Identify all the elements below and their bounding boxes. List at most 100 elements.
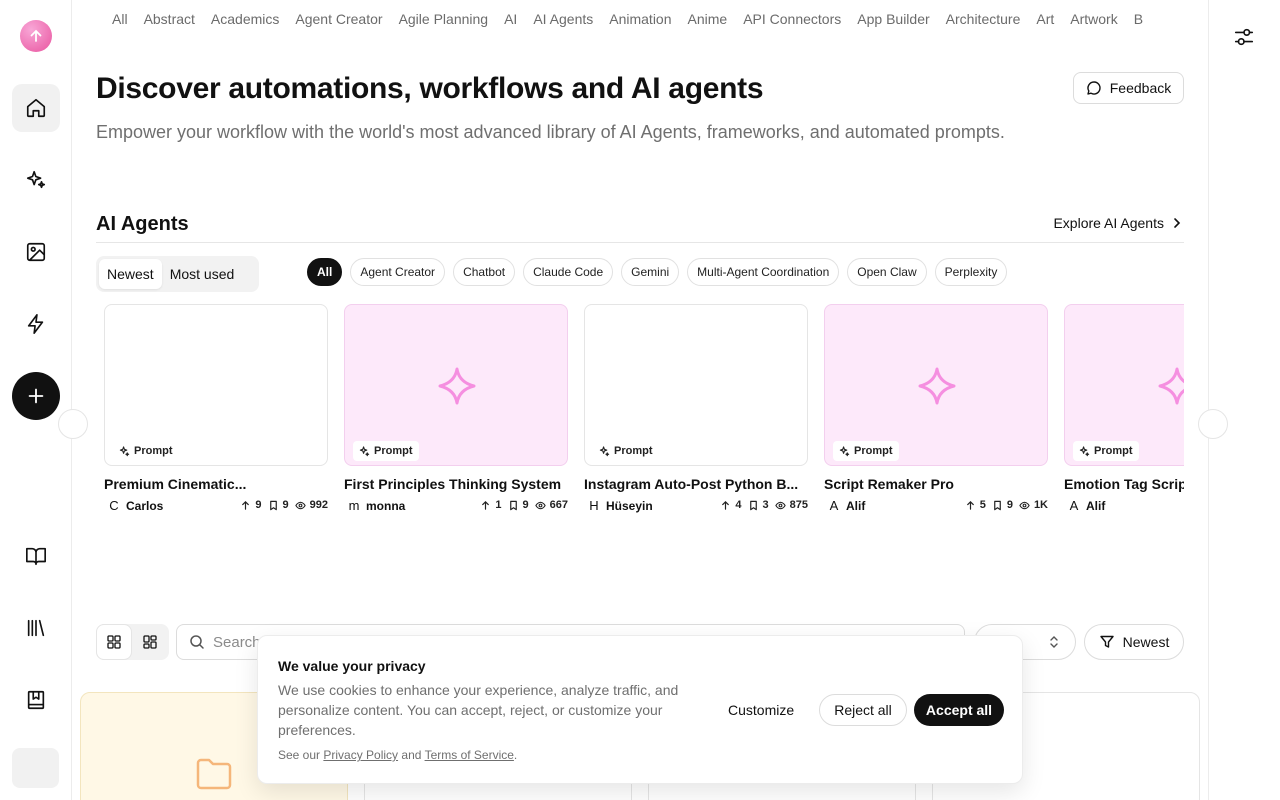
category-link[interactable]: AI Agents — [533, 11, 593, 27]
category-link[interactable]: Agile Planning — [399, 11, 489, 27]
feedback-label: Feedback — [1109, 80, 1172, 96]
category-link[interactable]: Academics — [211, 11, 279, 27]
chip-chatbot[interactable]: Chatbot — [453, 258, 516, 286]
filter-chips: All Agent Creator Chatbot Claude Code Ge… — [307, 258, 1008, 286]
category-link[interactable]: API Connectors — [743, 11, 841, 27]
category-link[interactable]: Architecture — [946, 11, 1021, 27]
card-author[interactable]: A Alif — [1068, 498, 1106, 513]
feedback-button[interactable]: Feedback — [1073, 72, 1184, 104]
chevron-updown-icon — [1050, 636, 1058, 648]
book-open-icon[interactable] — [12, 532, 60, 580]
footer-prefix: See our — [278, 748, 321, 762]
prompt-tag: Prompt — [113, 441, 179, 461]
category-link[interactable]: AI — [504, 11, 517, 27]
sort-button[interactable]: Newest — [1084, 624, 1184, 660]
card-meta: C Carlos 9 9 992 — [104, 498, 328, 514]
left-sidebar — [0, 0, 72, 800]
chip-agent-creator[interactable]: Agent Creator — [350, 258, 446, 286]
sparkle-icon — [359, 445, 370, 456]
right-rail — [1208, 0, 1280, 800]
create-plus-button[interactable] — [12, 372, 60, 420]
category-link[interactable]: Abstract — [144, 11, 195, 27]
card-thumbnail: Prompt — [1064, 304, 1184, 466]
category-link[interactable]: Art — [1036, 11, 1054, 27]
author-avatar: A — [1069, 498, 1079, 513]
agent-card[interactable]: Prompt First Principles Thinking System … — [344, 304, 568, 514]
category-link[interactable]: Animation — [609, 11, 671, 27]
card-author[interactable]: C Carlos — [108, 498, 163, 513]
library-icon[interactable] — [12, 604, 60, 652]
home-icon[interactable] — [12, 84, 60, 132]
chip-gemini[interactable]: Gemini — [621, 258, 680, 286]
card-author[interactable]: m monna — [348, 498, 406, 513]
chip-multi-agent-coordination[interactable]: Multi-Agent Coordination — [687, 258, 840, 286]
sliders-icon[interactable] — [1233, 26, 1255, 48]
filter-icon — [1099, 635, 1114, 648]
card-author[interactable]: H Hüseyin — [588, 498, 653, 513]
lightning-icon[interactable] — [12, 300, 60, 348]
cookie-consent-banner: We value your privacy We use cookies to … — [257, 635, 1023, 784]
cookie-footer: See our Privacy Policy and Terms of Serv… — [278, 748, 517, 762]
category-link[interactable]: Anime — [688, 11, 728, 27]
cookie-title: We value your privacy — [278, 658, 426, 674]
grid-view-button[interactable] — [96, 624, 132, 660]
category-link[interactable]: Artwork — [1070, 11, 1117, 27]
explore-label: Explore AI Agents — [1053, 215, 1164, 231]
card-thumbnail: Prompt — [344, 304, 568, 466]
user-avatar-placeholder[interactable] — [12, 748, 59, 788]
carousel-next-button[interactable] — [1198, 409, 1228, 439]
chip-open-claw[interactable]: Open Claw — [847, 258, 927, 286]
chip-perplexity[interactable]: Perplexity — [934, 258, 1008, 286]
compact-view-button[interactable] — [132, 624, 168, 660]
sparkle-icon — [119, 445, 130, 456]
sort-most-used-tab[interactable]: Most used — [162, 259, 243, 289]
agent-card[interactable]: Prompt Script Remaker Pro A Alif 5 9 1K — [824, 304, 1048, 514]
view-mode-toggle — [96, 624, 169, 660]
view-count: 1K — [1033, 499, 1048, 511]
carousel-prev-button[interactable] — [58, 409, 88, 439]
prompt-tag: Prompt — [593, 441, 659, 461]
reject-all-button[interactable]: Reject all — [819, 694, 907, 726]
bookmark-book-icon[interactable] — [12, 676, 60, 724]
category-link[interactable]: Agent Creator — [295, 11, 382, 27]
logo-icon[interactable] — [20, 20, 52, 52]
cookie-description: We use cookies to enhance your experienc… — [278, 682, 679, 738]
card-title: First Principles Thinking System — [344, 476, 562, 492]
sparkle-star-icon — [438, 367, 476, 405]
explore-ai-agents-link[interactable]: Explore AI Agents — [1053, 215, 1184, 231]
upvote-count: 9 — [255, 499, 262, 511]
image-icon[interactable] — [12, 228, 60, 276]
category-link[interactable]: All — [112, 11, 128, 27]
arrow-up-icon — [966, 500, 974, 510]
section-title: AI Agents — [96, 213, 189, 235]
sort-label: Newest — [1122, 634, 1170, 650]
card-title: Instagram Auto-Post Python B... — [584, 476, 799, 492]
bookmark-icon — [269, 500, 277, 510]
agent-card[interactable]: Prompt Instagram Auto-Post Python B... H… — [584, 304, 808, 514]
card-title: Emotion Tag Scrip — [1064, 476, 1184, 492]
save-count: 9 — [522, 499, 529, 511]
customize-button[interactable]: Customize — [728, 694, 794, 726]
chip-claude-code[interactable]: Claude Code — [523, 258, 614, 286]
terms-of-service-link[interactable]: Terms of Service — [425, 748, 514, 762]
card-author[interactable]: A Alif — [828, 498, 866, 513]
upvote-count: 5 — [979, 499, 986, 511]
sparkle-icon — [599, 445, 610, 456]
sparkles-icon[interactable] — [12, 156, 60, 204]
privacy-policy-link[interactable]: Privacy Policy — [323, 748, 398, 762]
accept-all-button[interactable]: Accept all — [914, 694, 1004, 726]
card-thumbnail: Prompt — [584, 304, 808, 466]
agent-card[interactable]: Prompt Emotion Tag Scrip A Alif — [1064, 304, 1184, 514]
category-link[interactable]: B — [1134, 11, 1143, 27]
category-link[interactable]: App Builder — [857, 11, 929, 27]
eye-icon — [1019, 501, 1030, 509]
chip-all[interactable]: All — [307, 258, 343, 286]
upvote-count: 4 — [735, 499, 742, 511]
card-stats: 4 3 875 — [720, 499, 808, 511]
sort-newest-tab[interactable]: Newest — [99, 259, 162, 289]
chat-bubble-icon — [1087, 81, 1101, 95]
agent-card[interactable]: Prompt Premium Cinematic... C Carlos 9 9 … — [104, 304, 328, 514]
card-meta: A Alif — [1064, 498, 1184, 514]
author-name: Hüseyin — [606, 498, 653, 513]
card-meta: m monna 1 9 667 — [344, 498, 568, 514]
